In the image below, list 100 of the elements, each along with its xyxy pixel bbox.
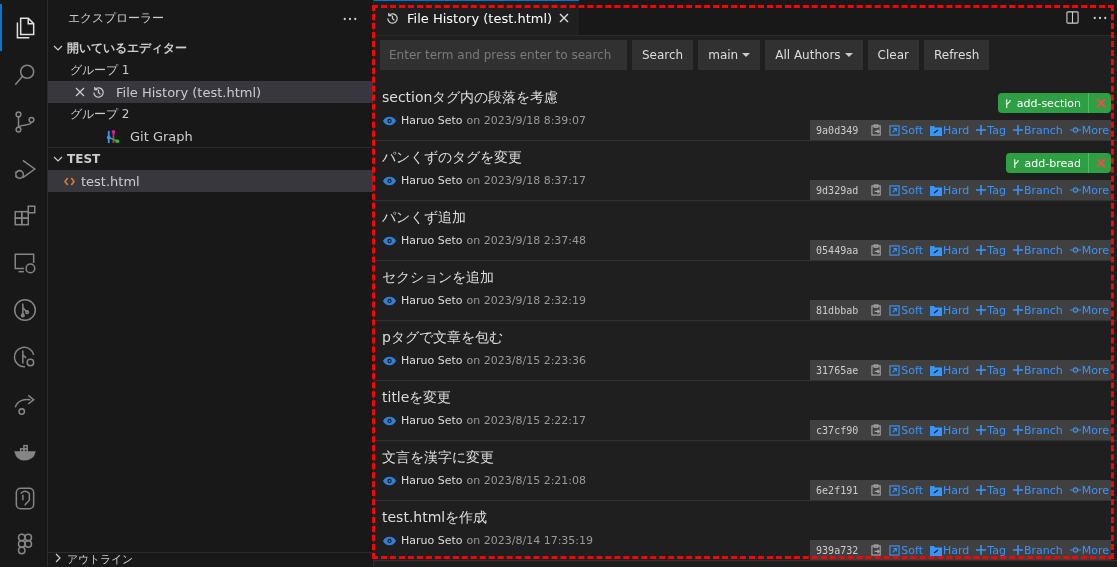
more-link[interactable]: More: [1069, 543, 1109, 557]
hard-link[interactable]: Hard: [929, 363, 970, 377]
clipboard-icon[interactable]: [871, 544, 883, 556]
branch-link[interactable]: Branch: [1012, 483, 1063, 497]
folder-icon: [929, 484, 942, 496]
arrow-square-icon: [889, 364, 901, 376]
more-link[interactable]: More: [1069, 303, 1109, 317]
more-link[interactable]: More: [1069, 483, 1109, 497]
tag-link[interactable]: Tag: [976, 363, 1006, 377]
more-link[interactable]: More: [1069, 423, 1109, 437]
search-field[interactable]: Enter term and press enter to search: [380, 40, 627, 70]
tag-link[interactable]: Tag: [976, 123, 1006, 137]
toolbar-button[interactable]: Refresh: [923, 40, 990, 70]
folder-icon: [929, 544, 942, 556]
hard-link[interactable]: Hard: [929, 243, 970, 257]
caret-icon: [742, 53, 751, 57]
tag-link[interactable]: Tag: [976, 243, 1006, 257]
soft-link[interactable]: Soft: [889, 303, 923, 317]
soft-link[interactable]: Soft: [889, 423, 923, 437]
split-editor-icon[interactable]: [1066, 11, 1079, 24]
commit-icon: [1069, 246, 1081, 254]
section-header[interactable]: アウトライン: [48, 552, 373, 567]
folder-icon: [929, 244, 942, 256]
dropdown-button[interactable]: main: [698, 40, 761, 70]
commit-message: pタグで文章を包む: [382, 329, 504, 347]
section-header[interactable]: 開いているエディター: [48, 37, 373, 59]
hard-link[interactable]: Hard: [929, 483, 970, 497]
arrow-square-icon: [889, 124, 901, 136]
branch-link[interactable]: Branch: [1012, 423, 1063, 437]
toolbar-button[interactable]: Clear: [867, 40, 919, 70]
soft-link[interactable]: Soft: [889, 243, 923, 257]
more-link[interactable]: More: [1069, 123, 1109, 137]
dropdown-button[interactable]: All Authors: [765, 40, 863, 70]
soft-link[interactable]: Soft: [889, 183, 923, 197]
eye-icon[interactable]: [382, 295, 397, 306]
soft-link[interactable]: Soft: [889, 363, 923, 377]
more-link[interactable]: More: [1069, 243, 1109, 257]
toolbar-button[interactable]: Search: [632, 40, 694, 70]
file-item[interactable]: test.html: [48, 170, 373, 192]
clipboard-icon[interactable]: [871, 484, 883, 496]
branch-link[interactable]: Branch: [1012, 543, 1063, 557]
hard-link[interactable]: Hard: [929, 543, 970, 557]
arrow-square-icon: [889, 484, 901, 496]
more-link[interactable]: More: [1069, 183, 1109, 197]
commit-date: on 2023/8/15 2:21:08: [466, 474, 587, 487]
clipboard-icon[interactable]: [871, 304, 883, 316]
commit-hash: 939a732: [816, 544, 859, 556]
open-editor-item[interactable]: File History (test.html): [48, 81, 373, 103]
close-icon[interactable]: [75, 87, 85, 97]
plus-icon: [1012, 545, 1023, 555]
branch-link[interactable]: Branch: [1012, 183, 1063, 197]
more-icon[interactable]: [343, 16, 357, 21]
clipboard-icon[interactable]: [871, 184, 883, 196]
editor-tab[interactable]: File History (test.html): [374, 0, 580, 35]
soft-link[interactable]: Soft: [889, 483, 923, 497]
clipboard-icon[interactable]: [871, 364, 883, 376]
clipboard-icon[interactable]: [871, 124, 883, 136]
sidebar-title: エクスプローラー: [68, 10, 164, 27]
hard-link[interactable]: Hard: [929, 423, 970, 437]
branch-link[interactable]: Branch: [1012, 243, 1063, 257]
commit-date: on 2023/9/18 2:37:48: [466, 234, 587, 247]
history-icon: [91, 84, 106, 100]
author-name: Haruo Seto: [401, 234, 463, 247]
soft-link[interactable]: Soft: [889, 123, 923, 137]
more-icon[interactable]: [1093, 15, 1107, 20]
commit-hash: 31765ae: [816, 364, 859, 376]
hard-link[interactable]: Hard: [929, 123, 970, 137]
eye-icon[interactable]: [382, 475, 397, 486]
clipboard-icon[interactable]: [871, 244, 883, 256]
hard-link[interactable]: Hard: [929, 183, 970, 197]
eye-icon[interactable]: [382, 175, 397, 186]
soft-link[interactable]: Soft: [889, 543, 923, 557]
tag-link[interactable]: Tag: [976, 303, 1006, 317]
eye-icon[interactable]: [382, 235, 397, 246]
plus-icon: [1012, 125, 1023, 135]
commit-hash: 9a0d349: [816, 124, 859, 136]
tag-link[interactable]: Tag: [976, 483, 1006, 497]
branch-link[interactable]: Branch: [1012, 303, 1063, 317]
eye-icon[interactable]: [382, 115, 397, 126]
commit-date: on 2023/9/18 8:39:07: [466, 114, 587, 127]
eye-icon[interactable]: [382, 355, 397, 366]
eye-icon[interactable]: [382, 415, 397, 426]
more-link[interactable]: More: [1069, 363, 1109, 377]
clipboard-icon[interactable]: [871, 424, 883, 436]
commit-icon: [1069, 546, 1081, 554]
branch-link[interactable]: Branch: [1012, 363, 1063, 377]
commit-date: on 2023/9/18 8:37:17: [466, 174, 587, 187]
author-name: Haruo Seto: [401, 294, 463, 307]
tag-link[interactable]: Tag: [976, 183, 1006, 197]
arrow-square-icon: [889, 244, 901, 256]
open-editor-item[interactable]: Git Graph: [48, 125, 373, 147]
branch-link[interactable]: Branch: [1012, 123, 1063, 137]
branch-tag: add-bread: [1005, 153, 1111, 173]
plus-icon: [976, 185, 987, 195]
eye-icon[interactable]: [382, 535, 397, 546]
close-icon[interactable]: [559, 13, 570, 23]
tag-link[interactable]: Tag: [976, 423, 1006, 437]
hard-link[interactable]: Hard: [929, 303, 970, 317]
author-name: Haruo Seto: [401, 534, 463, 547]
tag-link[interactable]: Tag: [976, 543, 1006, 557]
